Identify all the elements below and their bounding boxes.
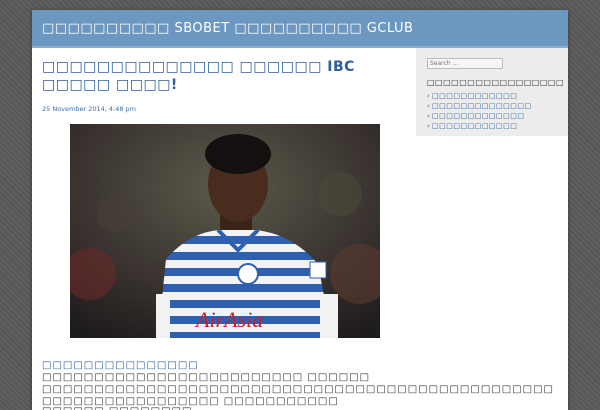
widget-link[interactable]: □□□□□□□□□□□□□ [432, 112, 524, 120]
list-item: › □□□□□□□□□□□□□ [427, 112, 525, 120]
widget-title: □□□□□□□□□□□□□□□□□ [427, 78, 564, 87]
list-item: › □□□□□□□□□□□□□□ [427, 102, 532, 110]
post-paragraph-1: □□□□□□□□□□□□□□□ □□□□□□□□□□□□□□□□□□□□□□□□… [42, 360, 553, 408]
search-input[interactable] [427, 58, 503, 69]
post-paragraph-1-text: □□□□□□□□□□□□□□□□□□□□□□□□□ □□□□□□ □□□□□□□… [42, 372, 554, 407]
post-featured-image: AirAsia [70, 124, 380, 338]
list-item: › □□□□□□□□□□□□ [427, 122, 518, 130]
widget-link[interactable]: □□□□□□□□□□□□ [432, 122, 517, 130]
sidebar: □□□□□□□□□□□□□□□□□ › □□□□□□□□□□□□ › □□□□□… [416, 48, 568, 136]
post-title[interactable]: □□□□□□□□□□□□□□ □□□□□□ IBC □□□□□ □□□□! [42, 58, 412, 94]
post-date[interactable]: 25 November 2014, 4:48 pm [42, 105, 136, 113]
list-item: › □□□□□□□□□□□□ [427, 92, 518, 100]
widget-link-list: › □□□□□□□□□□□□ › □□□□□□□□□□□□□□ › □□□□□□… [427, 91, 532, 131]
widget-link[interactable]: □□□□□□□□□□□□□□ [432, 102, 532, 110]
widget-link[interactable]: □□□□□□□□□□□□ [432, 92, 517, 100]
site-title[interactable]: □□□□□□□□□□ SBOBET □□□□□□□□□□ GCLUB [42, 21, 413, 36]
footballer-photo: AirAsia [70, 124, 380, 338]
svg-text:AirAsia: AirAsia [194, 307, 263, 332]
post-paragraph-1-link[interactable]: □□□□□□□□□□□□□□□ [42, 360, 199, 371]
post-paragraph-2: □□□□□□ □□□□□□□□ □□□□□□□□□□□□□□□□□□□□□□□ [42, 406, 412, 410]
main-content: □□□□□□□□□□□□□□ □□□□□□ IBC □□□□□ □□□□! 25… [32, 48, 553, 410]
site-header: □□□□□□□□□□ SBOBET □□□□□□□□□□ GCLUB [32, 10, 568, 48]
page-container: □□□□□□□□□□ SBOBET □□□□□□□□□□ GCLUB □□□□□… [32, 10, 568, 410]
